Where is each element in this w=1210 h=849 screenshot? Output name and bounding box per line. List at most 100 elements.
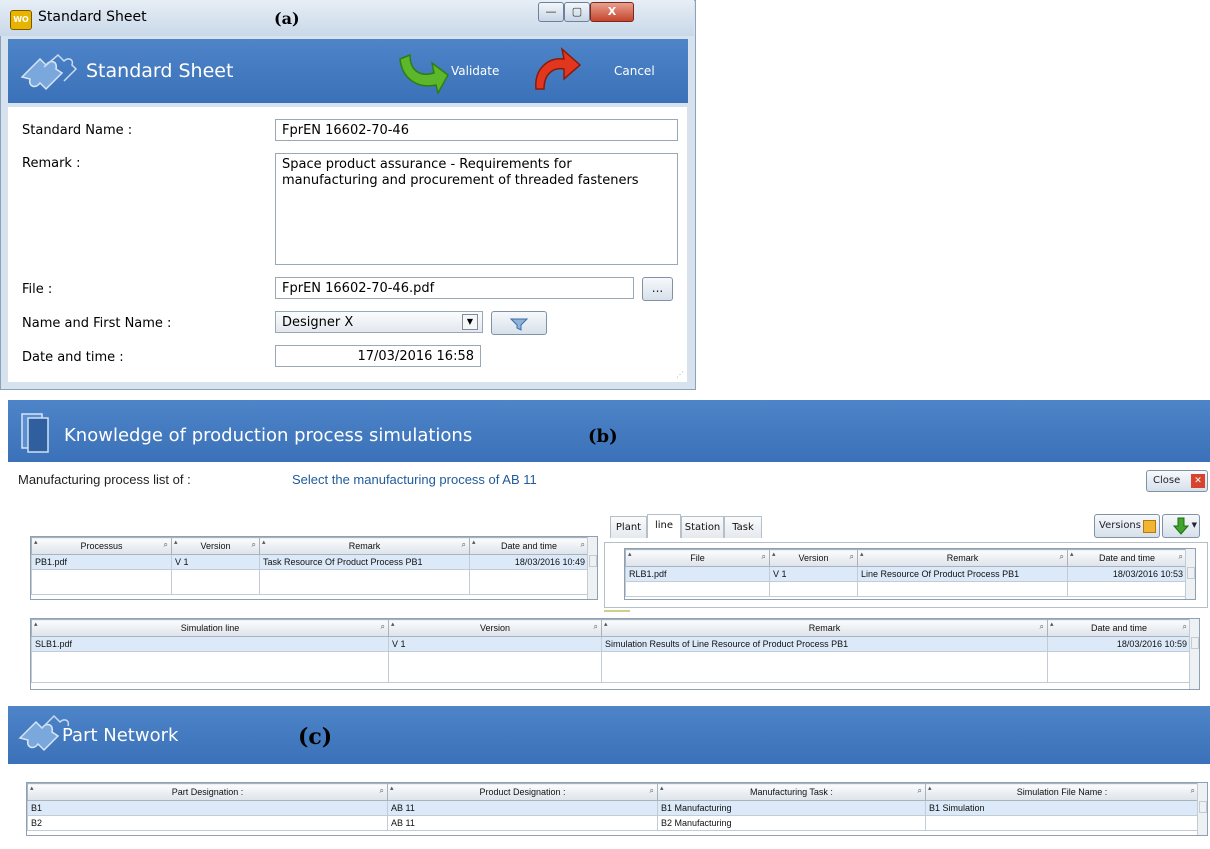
close-icon: ✕ xyxy=(1191,474,1205,488)
minimize-button[interactable]: — xyxy=(538,2,564,22)
table-row[interactable] xyxy=(31,651,1191,683)
vertical-scrollbar[interactable] xyxy=(1189,619,1199,689)
header-title-c: Part Network xyxy=(62,725,179,746)
maximize-button[interactable]: ▢ xyxy=(564,2,590,22)
column-header[interactable]: ▴ Remark ⌕ xyxy=(259,537,470,555)
column-header[interactable]: ▴ Part Designation : ⌕ xyxy=(27,783,388,801)
column-header[interactable]: ▴ Remark ⌕ xyxy=(601,619,1048,637)
vertical-scrollbar[interactable] xyxy=(1185,549,1195,599)
table-cell: Task Resource Of Product Process PB1 xyxy=(259,554,470,570)
column-header[interactable]: ▴ Simulation File Name : ⌕ xyxy=(925,783,1199,801)
title-bar: WO Standard Sheet — ▢ X xyxy=(0,0,694,36)
tab-plant[interactable]: Plant xyxy=(610,516,647,538)
column-header[interactable]: ▴ Processus ⌕ xyxy=(31,537,172,555)
column-header[interactable]: ▴ Version ⌕ xyxy=(171,537,260,555)
splitter-handle[interactable] xyxy=(604,610,630,612)
column-header[interactable]: ▴ Remark ⌕ xyxy=(857,549,1068,567)
tab-task[interactable]: Task xyxy=(724,516,762,538)
table-cell: Line Resource Of Product Process PB1 xyxy=(857,566,1068,582)
table-row[interactable] xyxy=(31,569,589,595)
table-cell: B1 Manufacturing xyxy=(657,800,926,816)
column-header[interactable]: ▴ Version ⌕ xyxy=(769,549,858,567)
file-field[interactable]: FprEN 16602-70-46.pdf xyxy=(275,277,634,299)
table-cell: 18/03/2016 10:59 xyxy=(1047,636,1191,652)
tab-line[interactable]: line xyxy=(647,514,681,538)
column-header[interactable]: ▴ Simulation line ⌕ xyxy=(31,619,389,637)
table-cell: SLB1.pdf xyxy=(31,636,389,652)
versions-label: Versions xyxy=(1099,520,1141,531)
standard-form: Standard Name : FprEN 16602-70-46 Remark… xyxy=(8,107,687,382)
versions-button[interactable]: Versions xyxy=(1094,514,1160,538)
datetime-label: Date and time : xyxy=(22,350,124,365)
remark-field[interactable]: Space product assurance - Requirements f… xyxy=(275,153,678,265)
table-cell: AB 11 xyxy=(387,800,658,816)
table-cell: 18/03/2016 10:53 xyxy=(1067,566,1187,582)
column-header[interactable]: ▴ Date and time ⌕ xyxy=(1067,549,1187,567)
validate-icon[interactable] xyxy=(392,45,450,99)
file-label: File : xyxy=(22,282,53,297)
table-cell: V 1 xyxy=(388,636,602,652)
process-list-label: Manufacturing process list of : xyxy=(18,472,191,487)
versions-icon xyxy=(1143,520,1156,533)
table-row[interactable]: B2 AB 11 B2 Manufacturing xyxy=(27,815,1199,831)
table-row[interactable]: PB1.pdf V 1 Task Resource Of Product Pro… xyxy=(31,554,589,570)
close-panel-button[interactable]: Close ✕ xyxy=(1146,470,1208,492)
column-header[interactable]: ▴ Date and time ⌕ xyxy=(469,537,589,555)
table-cell: B1 xyxy=(27,800,388,816)
chevron-down-icon: ▼ xyxy=(1191,521,1197,529)
header-bar-b: Knowledge of production process simulati… xyxy=(8,400,1210,462)
filter-icon xyxy=(509,318,529,331)
window-title: Standard Sheet xyxy=(38,9,147,25)
filter-button[interactable] xyxy=(491,311,547,335)
resource-tabs: Plant line Station Task Versions ▼ xyxy=(610,514,1210,542)
puzzle-icon xyxy=(20,53,78,91)
vertical-scrollbar[interactable] xyxy=(587,537,597,599)
chevron-down-icon[interactable]: ▼ xyxy=(462,314,478,330)
remark-label: Remark : xyxy=(22,156,81,171)
table-row[interactable]: SLB1.pdf V 1 Simulation Results of Line … xyxy=(31,636,1191,652)
part-network-panel: Part Network (c) ▴ Part Designation : ⌕ ▴ P… xyxy=(0,702,1210,849)
close-window-button[interactable]: X xyxy=(590,2,634,22)
resize-grip-icon[interactable]: ⋰ xyxy=(676,370,684,379)
standard-name-field[interactable]: FprEN 16602-70-46 xyxy=(275,119,678,141)
header-title-a: Standard Sheet xyxy=(86,60,234,82)
process-grid: ▴ Processus ⌕ ▴ Version ⌕ ▴ Remark ⌕ ▴ Date and… xyxy=(30,536,598,600)
table-row[interactable]: B1 AB 11 B1 Manufacturing B1 Simulation xyxy=(27,800,1199,816)
datetime-field[interactable]: 17/03/2016 16:58 xyxy=(275,345,481,367)
app-icon: WO xyxy=(10,10,32,30)
table-cell: B2 xyxy=(27,815,388,831)
table-cell xyxy=(925,815,1199,831)
column-header[interactable]: ▴ File ⌕ xyxy=(625,549,770,567)
name-dropdown[interactable]: Designer X ▼ xyxy=(275,311,483,333)
column-header[interactable]: ▴ Date and time ⌕ xyxy=(1047,619,1191,637)
book-icon xyxy=(21,413,49,453)
standard-name-label: Standard Name : xyxy=(22,123,133,138)
cancel-icon[interactable] xyxy=(528,43,584,99)
table-cell: 18/03/2016 10:49 xyxy=(469,554,589,570)
name-label: Name and First Name : xyxy=(22,316,172,331)
table-cell: Simulation Results of Line Resource of P… xyxy=(601,636,1048,652)
table-cell: B2 Manufacturing xyxy=(657,815,926,831)
name-dropdown-value: Designer X xyxy=(282,315,354,330)
validate-button[interactable]: Validate xyxy=(451,64,499,78)
part-network-grid: ▴ Part Designation : ⌕ ▴ Product Designatio… xyxy=(26,782,1208,836)
table-cell: V 1 xyxy=(171,554,260,570)
browse-button[interactable]: ... xyxy=(642,277,673,301)
table-row[interactable] xyxy=(625,581,1187,597)
panel-label-b: (b) xyxy=(588,426,618,447)
standard-sheet-window: WO Standard Sheet — ▢ X (a) Standard She… xyxy=(0,0,696,390)
line-grid: ▴ File ⌕ ▴ Version ⌕ ▴ Remark ⌕ ▴ Date and time… xyxy=(624,548,1196,600)
vertical-scrollbar[interactable] xyxy=(1197,783,1207,835)
cancel-button[interactable]: Cancel xyxy=(614,64,655,78)
download-button[interactable]: ▼ xyxy=(1162,514,1200,538)
tab-station[interactable]: Station xyxy=(681,516,724,538)
column-header[interactable]: ▴ Product Designation : ⌕ xyxy=(387,783,658,801)
arrow-down-icon xyxy=(1172,517,1190,535)
column-header[interactable]: ▴ Manufacturing Task : ⌕ xyxy=(657,783,926,801)
process-list-selector[interactable]: Select the manufacturing process of AB 1… xyxy=(292,472,537,487)
column-header[interactable]: ▴ Version ⌕ xyxy=(388,619,602,637)
panel-label-a: (a) xyxy=(274,9,300,28)
table-cell: AB 11 xyxy=(387,815,658,831)
table-cell: B1 Simulation xyxy=(925,800,1199,816)
table-row[interactable]: RLB1.pdf V 1 Line Resource Of Product Pr… xyxy=(625,566,1187,582)
